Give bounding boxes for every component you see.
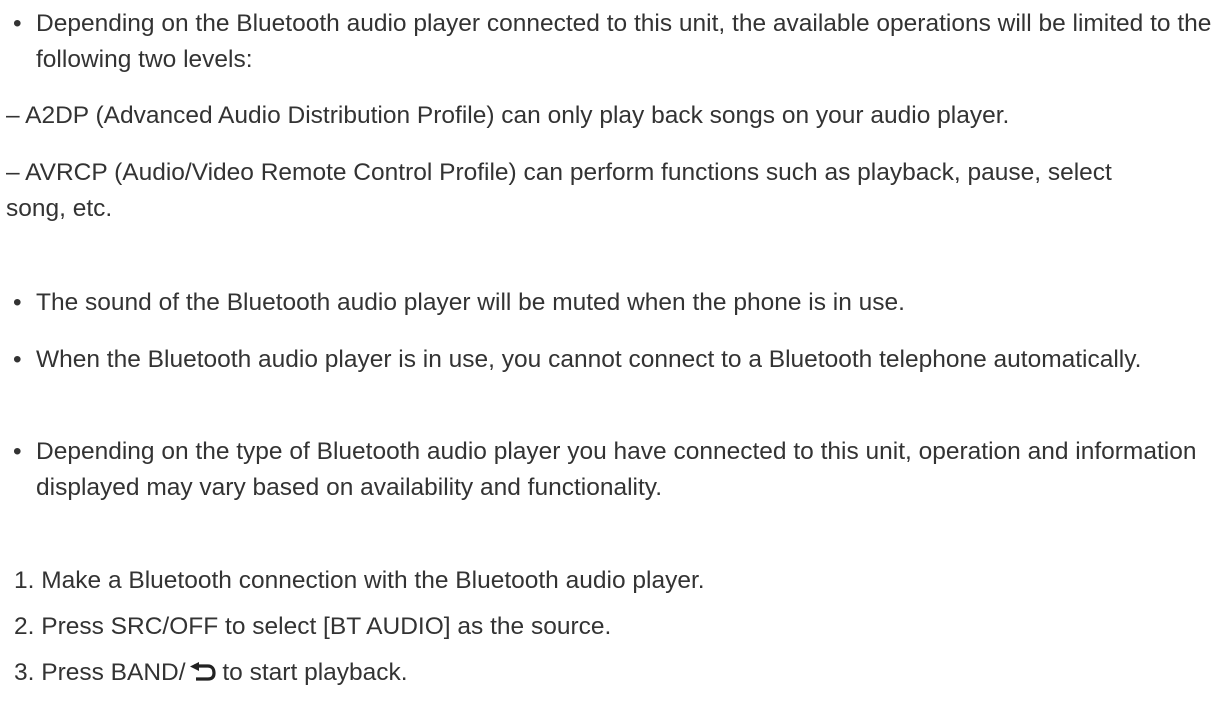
step-item: 1. Make a Bluetooth connection with the … bbox=[0, 563, 1223, 599]
bullet-text: When the Bluetooth audio player is in us… bbox=[36, 346, 1142, 373]
step-number: 3. bbox=[14, 659, 35, 686]
profile-item-a2dp: – A2DP (Advanced Audio Distribution Prof… bbox=[0, 98, 1223, 134]
step-text: Make a Bluetooth connection with the Blu… bbox=[41, 567, 705, 594]
bullet-text: Depending on the Bluetooth audio player … bbox=[36, 10, 1212, 73]
note-bullet: • The sound of the Bluetooth audio player… bbox=[0, 285, 1223, 321]
step-number: 2. bbox=[14, 613, 35, 640]
bullet-marker: • bbox=[13, 346, 22, 373]
note-bullet: • Depending on the Bluetooth audio player… bbox=[0, 6, 1223, 78]
bullet-marker: • bbox=[13, 10, 22, 37]
note-bullet: • When the Bluetooth audio player is in u… bbox=[0, 342, 1223, 378]
return-arrow-icon bbox=[186, 659, 216, 681]
profile-item-avrcp: – AVRCP (Audio/Video Remote Control Prof… bbox=[0, 155, 1166, 227]
note-bullet: • Depending on the type of Bluetooth audi… bbox=[0, 434, 1223, 506]
bullet-text: The sound of the Bluetooth audio player … bbox=[36, 289, 905, 316]
dash-text: AVRCP (Audio/Video Remote Control Profil… bbox=[6, 159, 1112, 222]
step-text-before-icon: Press BAND/ bbox=[41, 659, 186, 686]
step-number: 1. bbox=[14, 567, 35, 594]
dash-text: A2DP (Advanced Audio Distribution Profil… bbox=[25, 102, 1010, 129]
step-text-after-icon: to start playback. bbox=[215, 659, 408, 686]
bullet-text: Depending on the type of Bluetooth audio… bbox=[36, 438, 1197, 501]
bullet-marker: • bbox=[13, 289, 22, 316]
step-item: 3. Press BAND/ to start playback. bbox=[0, 655, 1223, 691]
step-text: Press SRC/OFF to select [BT AUDIO] as th… bbox=[41, 613, 612, 640]
dash-marker: – bbox=[6, 159, 20, 186]
bullet-marker: • bbox=[13, 438, 22, 465]
dash-marker: – bbox=[6, 102, 20, 129]
step-item: 2. Press SRC/OFF to select [BT AUDIO] as… bbox=[0, 609, 1223, 645]
